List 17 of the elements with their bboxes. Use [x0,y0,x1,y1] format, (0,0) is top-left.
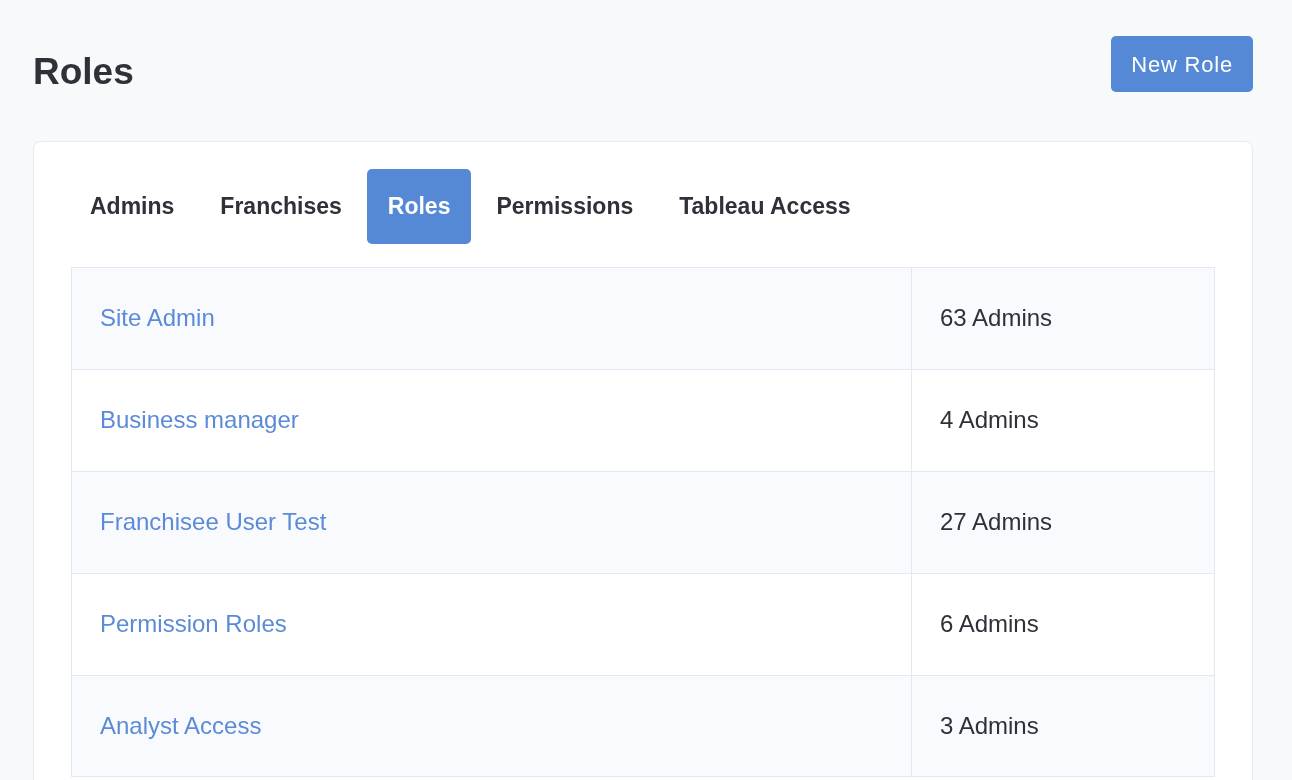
tab[interactable]: Permissions [475,169,655,245]
tab[interactable]: Tableau Access [658,169,872,245]
role-link[interactable]: Site Admin [100,304,215,332]
admin-count: 63 Admins [940,304,1053,332]
role-link[interactable]: Permission Roles [100,609,287,637]
admin-count: 27 Admins [940,508,1053,535]
tab[interactable]: Franchises [199,169,363,245]
admin-count: 6 Admins [940,609,1039,637]
role-link[interactable]: Business manager [100,406,299,434]
admin-count: 4 Admins [940,406,1039,434]
tab[interactable]: Admins [69,169,196,245]
page-title: Roles [33,50,134,94]
role-link[interactable]: Franchisee User Test [100,508,327,535]
tab[interactable]: Roles [366,169,472,245]
new-role-button[interactable]: New Role [1111,36,1253,92]
admin-count: 3 Admins [940,711,1039,739]
role-link[interactable]: Analyst Access [100,711,262,739]
